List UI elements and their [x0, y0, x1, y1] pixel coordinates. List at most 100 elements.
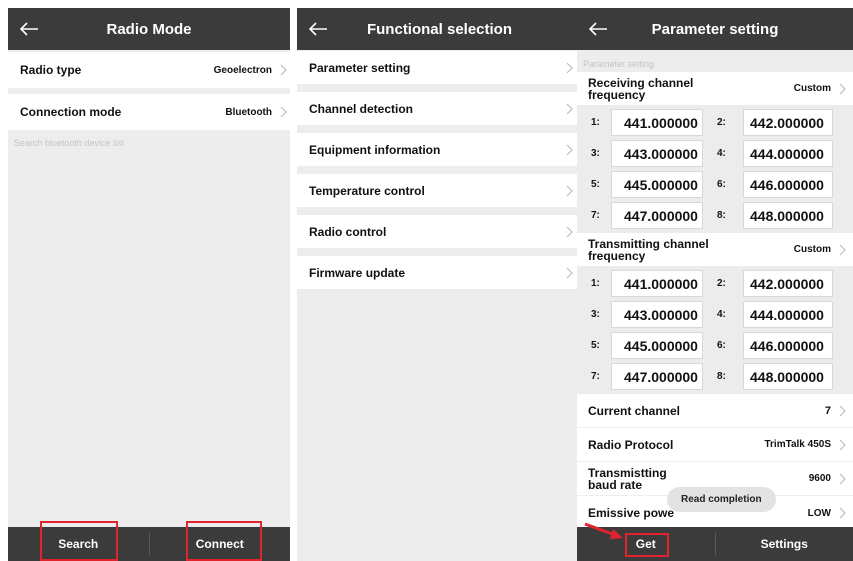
get-button[interactable]: Get [577, 522, 715, 561]
connection-mode-value: Bluetooth [225, 106, 272, 118]
settings-button-label: Settings [760, 537, 808, 551]
channel-number: 8: [717, 210, 726, 221]
channel-number: 4: [717, 148, 726, 159]
chevron-right-icon [562, 181, 576, 201]
channel-number: 8: [717, 371, 726, 382]
receiving-frequency-field[interactable]: 441.000000 [611, 109, 703, 136]
search-button[interactable]: Search [8, 521, 149, 561]
transmitting-frequency-mode: Custom [793, 244, 831, 255]
current-channel-row[interactable]: Current channel 7 [577, 394, 853, 428]
channel-number: 7: [591, 210, 600, 221]
highlight-box [625, 533, 669, 557]
radio-protocol-value: TrimTalk 450S [764, 439, 831, 450]
transmitting-frequency-field[interactable]: 448.000000 [743, 363, 833, 390]
radio-type-row[interactable]: Radio type Geoelectron [8, 52, 290, 88]
connection-mode-label: Connection mode [20, 105, 122, 119]
chevron-right-icon [562, 58, 576, 78]
transmitting-frequency-field[interactable]: 446.000000 [743, 332, 833, 359]
red-arrow-icon [584, 522, 623, 539]
transmitting-frequency-field[interactable]: 445.000000 [611, 332, 703, 359]
transmitting-channel-frequency-row[interactable]: Transmitting channel frequency Custom [577, 233, 853, 266]
receiving-frequency-mode: Custom [793, 83, 831, 94]
menu-item-label: Temperature control [309, 183, 425, 198]
transmitting-frequency-label: Transmitting channel frequency [588, 236, 709, 263]
search-device-hint: Search bluetooth device list [14, 138, 125, 148]
channel-number: 4: [717, 309, 726, 320]
page-title: Radio Mode [106, 20, 192, 38]
channel-number: 1: [591, 117, 600, 128]
channel-number: 1: [591, 278, 600, 289]
receiving-frequency-field[interactable]: 448.000000 [743, 202, 833, 229]
menu-item-temperature-control[interactable]: Temperature control [297, 174, 582, 207]
chevron-right-icon [276, 60, 290, 80]
radio-type-value: Geoelectron [213, 64, 272, 76]
read-completion-toast: Read completion [667, 487, 776, 512]
settings-button[interactable]: Settings [716, 527, 853, 561]
channel-number: 6: [717, 340, 726, 351]
connect-button[interactable]: Connect [150, 521, 291, 561]
chevron-right-icon [835, 240, 849, 260]
functional-selection-screen: Functional selection Parameter setting C… [297, 8, 582, 561]
radio-mode-actions: Search Connect [8, 521, 291, 561]
menu-item-firmware-update[interactable]: Firmware update [297, 256, 582, 289]
parameter-actions: Get Settings [577, 522, 853, 561]
baud-rate-value: 9600 [808, 473, 831, 484]
chevron-right-icon [835, 79, 849, 99]
channel-number: 2: [717, 278, 726, 289]
radio-protocol-label: Radio Protocol [588, 437, 674, 452]
receiving-frequency-field[interactable]: 446.000000 [743, 171, 833, 198]
transmitting-frequency-field[interactable]: 441.000000 [611, 270, 703, 297]
chevron-right-icon [835, 435, 849, 455]
section-hint: Parameter setting [583, 59, 655, 69]
receiving-frequency-field[interactable]: 443.000000 [611, 140, 703, 167]
receiving-frequency-field[interactable]: 442.000000 [743, 109, 833, 136]
chevron-right-icon [562, 140, 576, 160]
menu-item-channel-detection[interactable]: Channel detection [297, 92, 582, 125]
receiving-frequency-grid: 1: 441.000000 2: 442.000000 3: 443.00000… [577, 105, 853, 233]
highlight-box [185, 521, 262, 561]
radio-mode-header: Radio Mode [8, 8, 290, 50]
menu-item-label: Radio control [309, 224, 387, 239]
channel-number: 3: [591, 148, 600, 159]
radio-protocol-row[interactable]: Radio Protocol TrimTalk 450S [577, 428, 853, 462]
back-arrow-icon[interactable] [14, 14, 44, 44]
chevron-right-icon [835, 503, 849, 523]
menu-item-equipment-information[interactable]: Equipment information [297, 133, 582, 166]
menu-item-label: Parameter setting [309, 60, 411, 75]
receiving-channel-frequency-row[interactable]: Receiving channel frequency Custom [577, 72, 853, 105]
channel-number: 5: [591, 179, 600, 190]
menu-item-label: Equipment information [309, 142, 441, 157]
back-arrow-icon[interactable] [303, 14, 333, 44]
chevron-right-icon [835, 401, 849, 421]
transmitting-frequency-field[interactable]: 442.000000 [743, 270, 833, 297]
transmitting-frequency-field[interactable]: 443.000000 [611, 301, 703, 328]
transmitting-frequency-grid: 1: 441.000000 2: 442.000000 3: 443.00000… [577, 266, 853, 394]
transmitting-frequency-field[interactable]: 444.000000 [743, 301, 833, 328]
menu-item-label: Firmware update [309, 265, 406, 280]
transmitting-frequency-field[interactable]: 447.000000 [611, 363, 703, 390]
menu-item-radio-control[interactable]: Radio control [297, 215, 582, 248]
parameter-setting-screen: Parameter setting Parameter setting Rece… [577, 8, 853, 561]
channel-number: 7: [591, 371, 600, 382]
back-arrow-icon[interactable] [583, 14, 613, 44]
emissive-power-label: Emissive powe [588, 506, 675, 520]
chevron-right-icon [276, 102, 290, 122]
radio-mode-screen: Radio Mode Radio type Geoelectron Connec… [8, 8, 290, 561]
chevron-right-icon [562, 99, 576, 119]
receiving-frequency-field[interactable]: 444.000000 [743, 140, 833, 167]
receiving-frequency-field[interactable]: 447.000000 [611, 202, 703, 229]
menu-item-parameter-setting[interactable]: Parameter setting [297, 51, 582, 84]
receiving-frequency-field[interactable]: 445.000000 [611, 171, 703, 198]
functional-selection-header: Functional selection [297, 8, 582, 50]
receiving-frequency-label: Receiving channel frequency [588, 75, 694, 102]
highlight-box [40, 521, 118, 561]
parameter-setting-header: Parameter setting [577, 8, 853, 50]
channel-number: 3: [591, 309, 600, 320]
channel-number: 6: [717, 179, 726, 190]
chevron-right-icon [562, 222, 576, 242]
connection-mode-row[interactable]: Connection mode Bluetooth [8, 94, 290, 130]
current-channel-label: Current channel [588, 403, 681, 418]
page-title: Functional selection [366, 20, 513, 38]
chevron-right-icon [835, 469, 849, 489]
page-title: Parameter setting [651, 20, 779, 38]
